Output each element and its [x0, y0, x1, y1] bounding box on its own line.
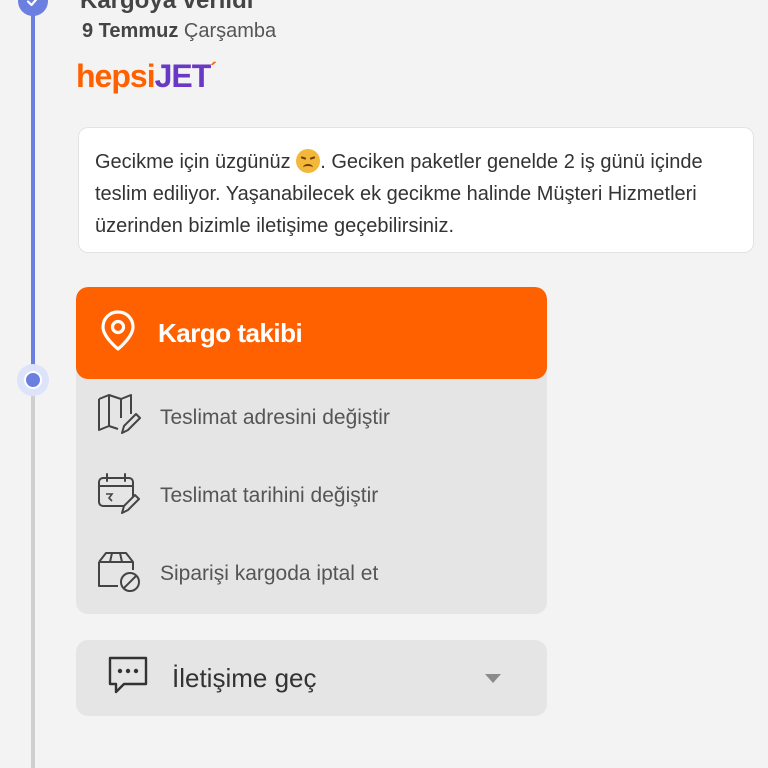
- delay-notice: Gecikme için üzgünüz . Geciken paketler …: [78, 127, 754, 253]
- chevron-down-icon: [485, 674, 501, 683]
- timeline-line-pending: [31, 390, 35, 768]
- contact-label: İletişime geç: [172, 662, 317, 693]
- delay-notice-text-1: Gecikme için üzgünüz: [95, 151, 297, 173]
- carrier-logo-part2: JET: [154, 58, 212, 94]
- disappointed-face-icon: [296, 149, 321, 173]
- change-date-button[interactable]: Teslimat tarihini değiştir: [76, 457, 547, 535]
- status-date: 9 Temmuz Çarşamba: [82, 20, 276, 43]
- check-icon: [18, 0, 48, 16]
- cancel-order-button[interactable]: Siparişi kargoda iptal et: [76, 535, 547, 613]
- change-address-label: Teslimat adresini değiştir: [160, 406, 390, 429]
- status-date-day: 9 Temmuz: [82, 20, 179, 42]
- cargo-tracking-label: Kargo takibi: [158, 317, 303, 348]
- carrier-logo-tick: ´: [210, 60, 217, 82]
- carrier-logo: hepsiJET´: [76, 58, 217, 95]
- change-date-label: Teslimat tarihini değiştir: [160, 484, 379, 507]
- map-edit-icon: [96, 392, 142, 444]
- calendar-edit-icon: [96, 470, 142, 522]
- timeline-line-completed: [31, 0, 35, 380]
- chat-icon: [106, 654, 150, 703]
- shipment-actions-card: Kargo takibi Teslimat adresini değiştir …: [76, 287, 547, 614]
- change-address-button[interactable]: Teslimat adresini değiştir: [76, 379, 547, 457]
- timeline-current-dot: [17, 364, 49, 396]
- contact-dropdown[interactable]: İletişime geç: [76, 640, 547, 716]
- box-cancel-icon: [96, 548, 142, 600]
- status-title: Kargoya verildi: [80, 0, 254, 14]
- cancel-order-label: Siparişi kargoda iptal et: [160, 562, 379, 585]
- carrier-logo-part1: hepsi: [76, 58, 156, 94]
- location-pin-icon: [98, 309, 138, 358]
- cargo-tracking-button[interactable]: Kargo takibi: [76, 287, 547, 379]
- status-date-weekday: Çarşamba: [183, 20, 277, 42]
